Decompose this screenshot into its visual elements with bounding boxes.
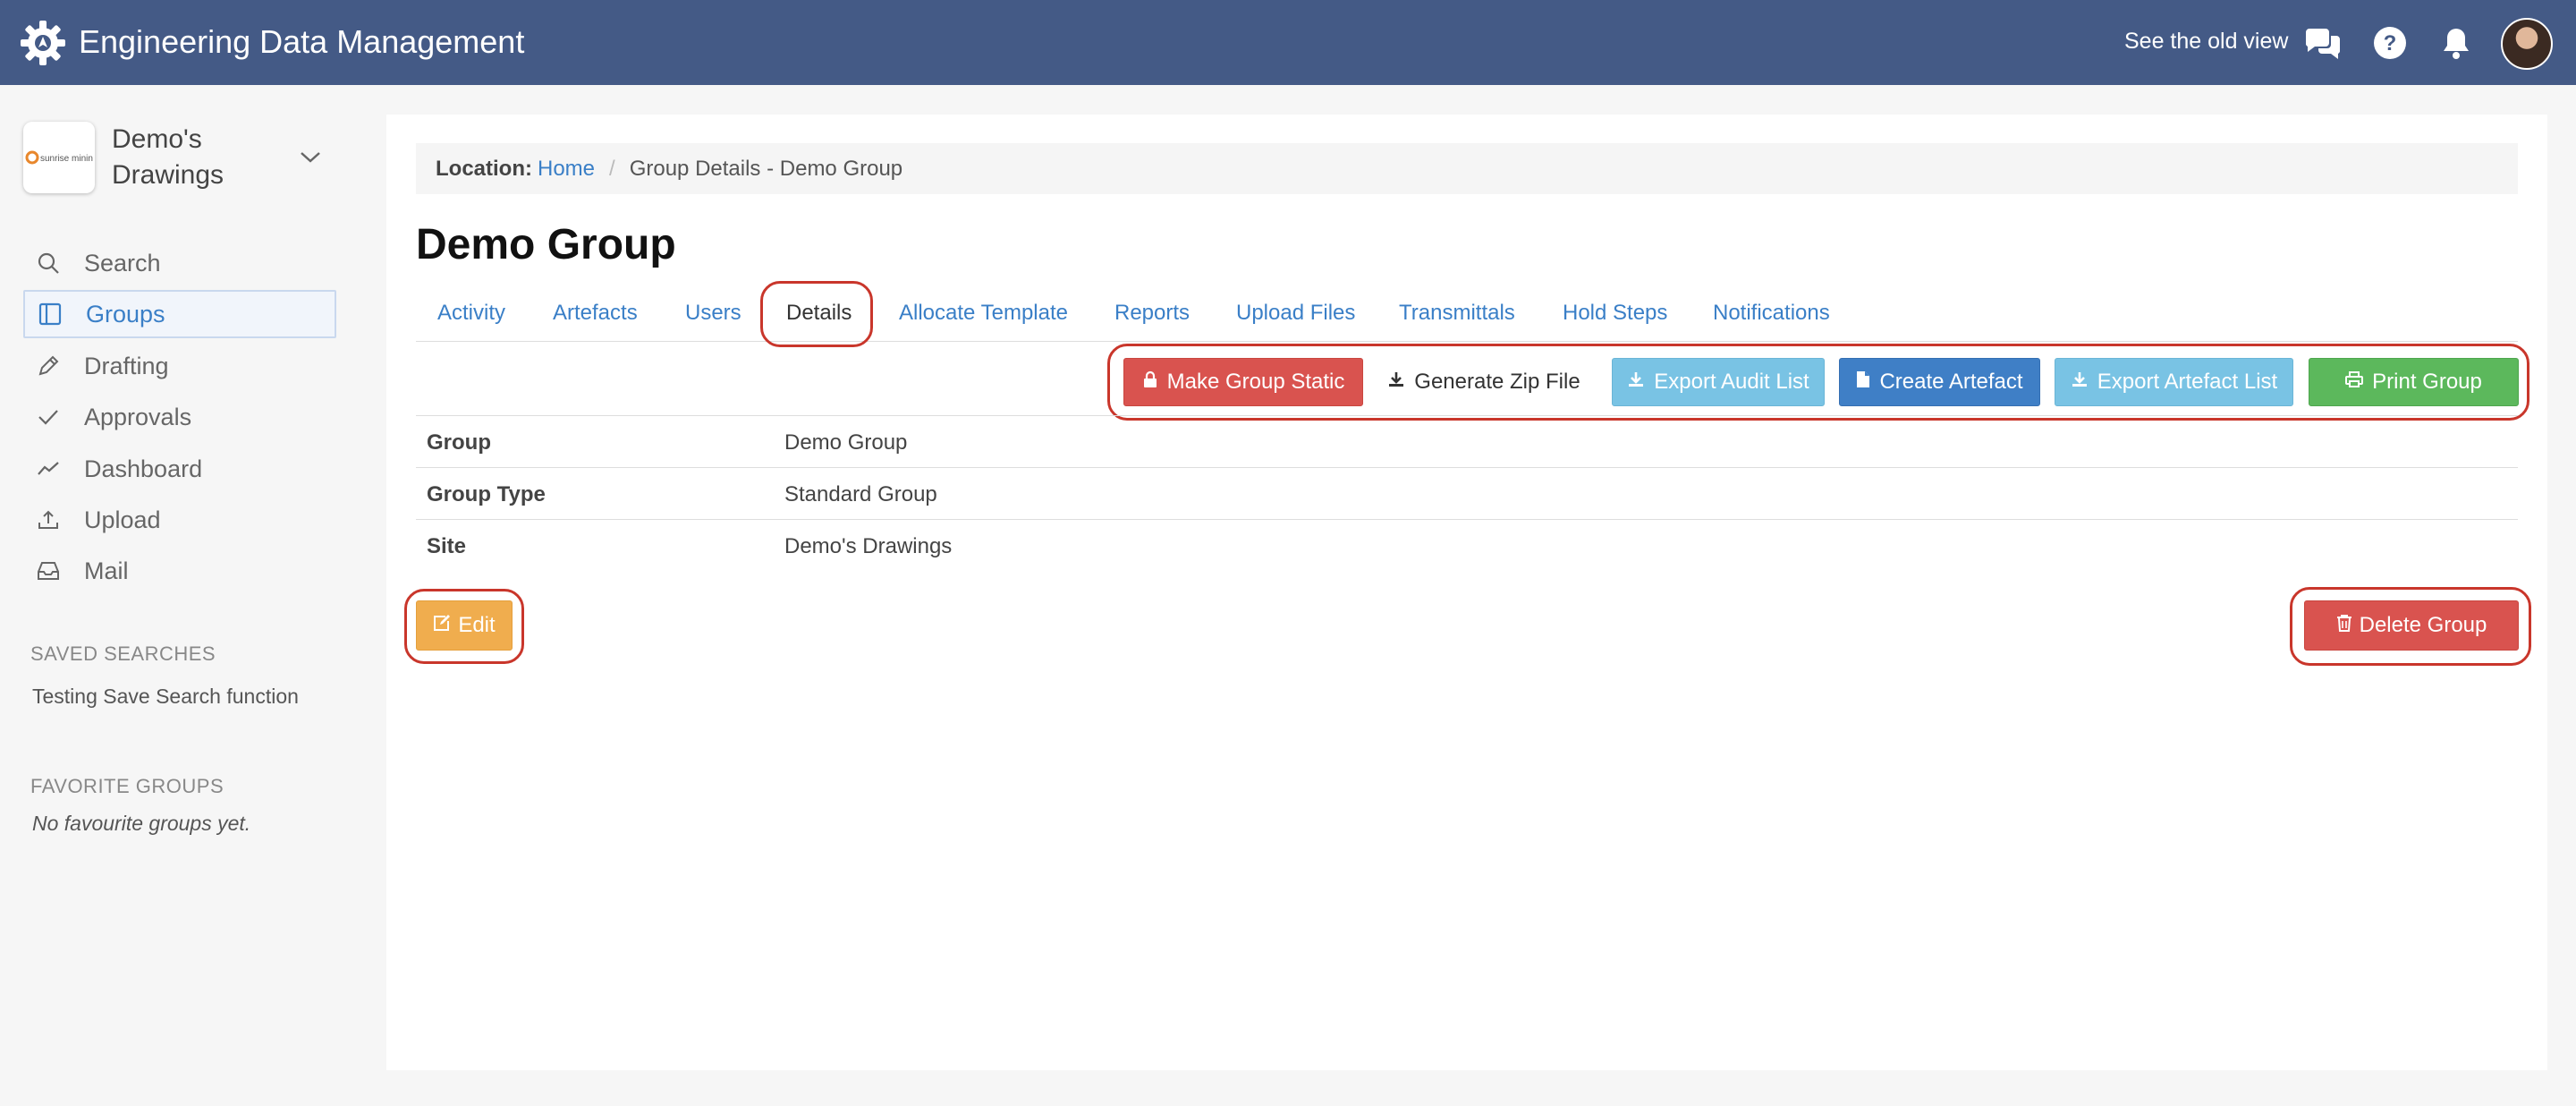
old-view-link[interactable]: See the old view [2124,29,2288,55]
top-bar: Engineering Data Management See the old … [0,0,2576,85]
create-artefact-button[interactable]: Create Artefact [1839,358,2040,406]
sidebar-item-mail[interactable]: Mail [23,547,336,595]
favorite-groups-empty: No favourite groups yet. [32,812,251,835]
sidebar-item-label: Drafting [84,352,169,379]
detail-value: Demo's Drawings [784,534,953,558]
tab-allocate-template[interactable]: Allocate Template [899,301,1068,326]
sidebar-item-drafting[interactable]: Drafting [23,342,336,390]
trash-icon [2336,613,2352,638]
make-group-static-label: Make Group Static [1166,370,1345,394]
saved-searches-heading: SAVED SEARCHES [30,642,216,665]
generate-zip-file-label: Generate Zip File [1414,370,1580,394]
sidebar-item-label: Groups [86,300,165,328]
app-title: Engineering Data Management [79,23,525,60]
breadcrumb-home-link[interactable]: Home [538,157,595,182]
detail-key: Group [427,430,491,455]
breadcrumb-label: Location: [436,156,532,181]
create-artefact-label: Create Artefact [1879,370,2023,394]
inbox-icon [34,557,63,585]
sidebar-item-label: Approvals [84,403,192,430]
sidebar-item-groups[interactable]: Groups [23,290,336,338]
tab-notifications[interactable]: Notifications [1713,301,1830,326]
chevron-down-icon[interactable] [297,143,324,170]
chat-icon[interactable] [2302,23,2342,63]
detail-key: Site [427,534,467,558]
export-audit-list-button[interactable]: Export Audit List [1612,358,1825,406]
detail-key: Group Type [427,482,546,506]
download-icon [1387,370,1405,395]
main-panel [386,115,2547,1070]
tab-upload-files[interactable]: Upload Files [1236,301,1355,326]
tab-users[interactable]: Users [685,301,741,326]
pencil-icon [34,352,63,380]
sidebar-item-approvals[interactable]: Approvals [23,393,336,441]
favorite-groups-heading: FAVORITE GROUPS [30,775,225,797]
print-group-button[interactable]: Print Group [2309,358,2519,406]
group-details-table: Group Demo Group Group Type Standard Gro… [416,415,2518,571]
sidebar-item-upload[interactable]: Upload [23,496,336,544]
file-icon [1856,370,1870,395]
site-logo-text: sunrise mining [40,154,93,164]
page-title: Demo Group [416,221,676,268]
detail-value: Demo Group [784,430,908,455]
tab-transmittals[interactable]: Transmittals [1399,301,1515,326]
sidebar-item-label: Dashboard [84,455,203,482]
export-artefact-list-label: Export Artefact List [2097,370,2278,394]
tab-activity[interactable]: Activity [437,301,505,326]
generate-zip-file-button[interactable]: Generate Zip File [1377,358,1590,406]
sidebar-item-label: Upload [84,506,161,533]
details-tab-highlight [760,281,873,347]
delete-group-label: Delete Group [2359,613,2487,637]
export-artefact-list-button[interactable]: Export Artefact List [2055,358,2293,406]
detail-value: Standard Group [784,482,937,506]
breadcrumb-current: Group Details - Demo Group [629,156,903,181]
delete-group-button[interactable]: Delete Group [2304,600,2519,651]
groups-icon [36,300,64,328]
sidebar-item-search[interactable]: Search [23,239,336,287]
saved-search-item[interactable]: Testing Save Search function [32,685,299,709]
tab-artefacts[interactable]: Artefacts [553,301,638,326]
tab-hold-steps[interactable]: Hold Steps [1563,301,1667,326]
svg-text:?: ? [2384,31,2397,55]
user-avatar[interactable] [2501,18,2553,70]
download-icon [1627,370,1645,395]
make-group-static-button[interactable]: Make Group Static [1123,358,1363,406]
edit-label: Edit [458,613,496,637]
bell-icon[interactable] [2436,23,2476,63]
upload-icon [34,506,63,534]
print-icon [2345,370,2364,395]
table-row: Group Demo Group [416,415,2518,467]
breadcrumb: Location: Home / Group Details - Demo Gr… [416,143,2518,194]
tab-bar: Activity Artefacts Users Details Allocat… [416,288,2518,342]
site-logo[interactable]: sunrise mining [23,122,95,193]
help-icon[interactable]: ? [2370,23,2410,63]
edit-button[interactable]: Edit [416,600,513,651]
sidebar-item-label: Search [84,249,161,276]
sidebar-item-label: Mail [84,557,129,584]
lock-icon [1142,370,1158,395]
gear-logo-icon[interactable] [20,20,66,66]
chart-icon [34,455,63,483]
sidebar-item-dashboard[interactable]: Dashboard [23,445,336,493]
check-icon [34,403,63,431]
edit-icon [433,613,451,638]
download-icon [2071,370,2089,395]
site-name[interactable]: Demo's Drawings [112,122,291,193]
tab-reports[interactable]: Reports [1114,301,1190,326]
export-audit-list-label: Export Audit List [1654,370,1809,394]
print-group-label: Print Group [2372,370,2482,394]
table-row: Site Demo's Drawings [416,519,2518,571]
search-icon [34,249,63,277]
table-row: Group Type Standard Group [416,467,2518,519]
breadcrumb-separator: / [609,156,615,181]
